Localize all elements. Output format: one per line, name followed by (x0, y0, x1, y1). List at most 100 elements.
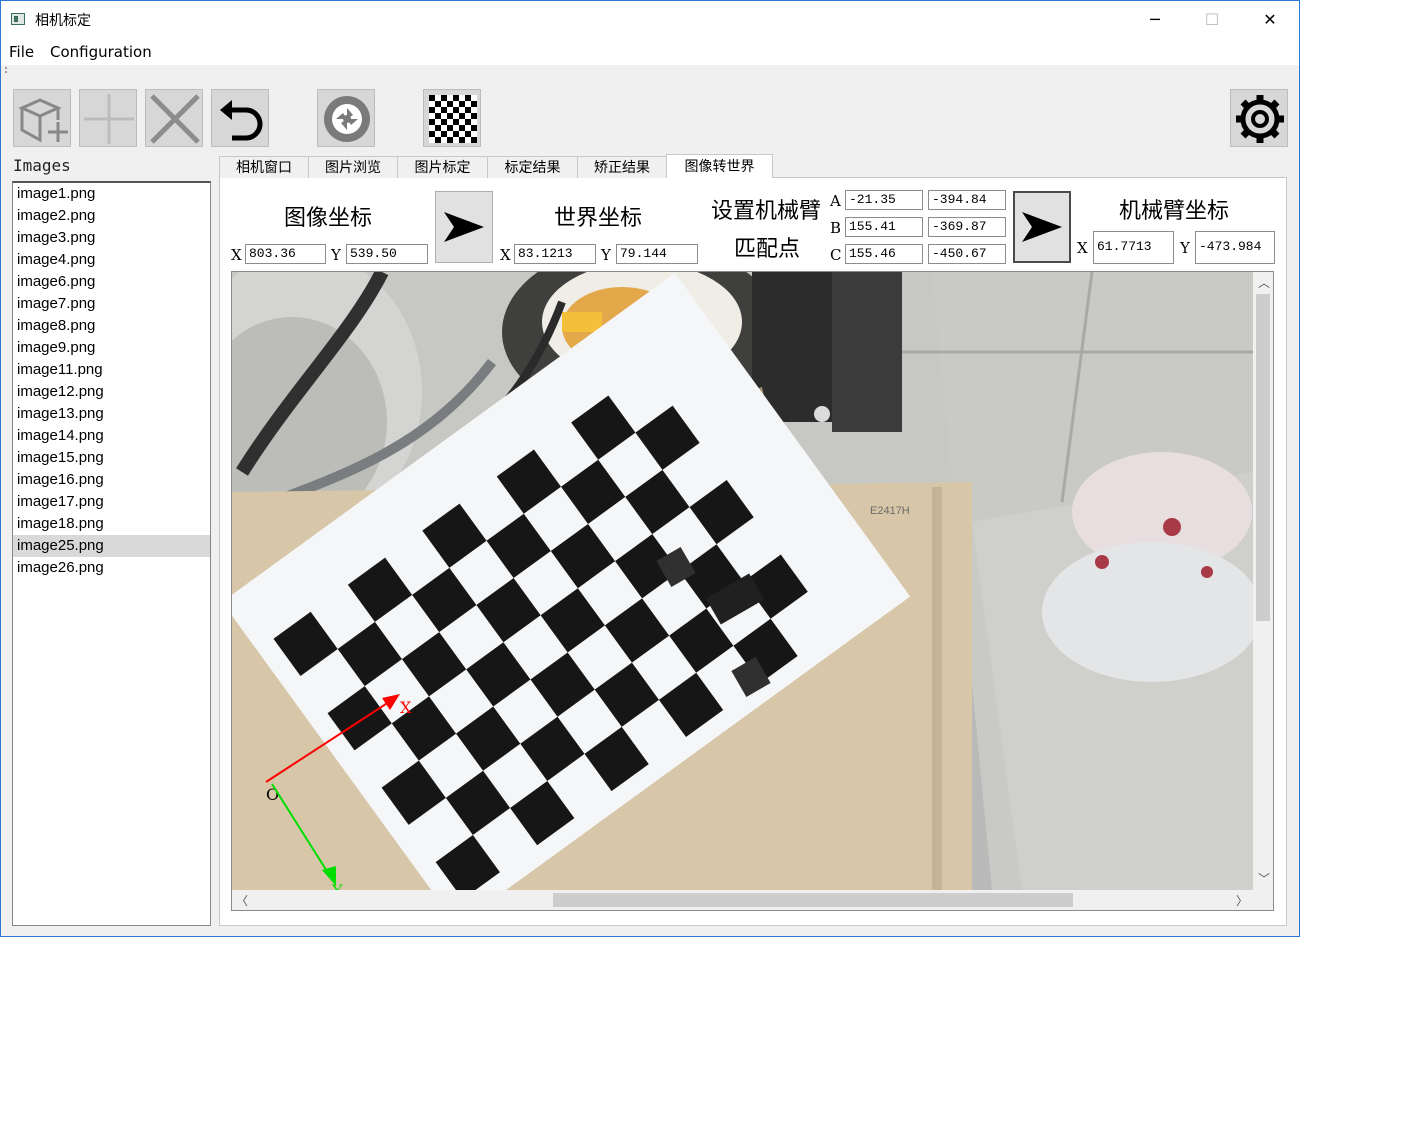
list-item[interactable]: image16.png (13, 469, 210, 491)
horizontal-scroll-thumb[interactable] (553, 893, 1073, 907)
checker-square (447, 119, 453, 125)
checker-square (471, 95, 477, 101)
image-y-field[interactable]: 539.50 (346, 244, 428, 264)
tab-calibration-result[interactable]: 标定结果 (487, 156, 578, 178)
list-item[interactable]: image12.png (13, 381, 210, 403)
list-item[interactable]: image7.png (13, 293, 210, 315)
point-b-x-field[interactable]: 155.41 (845, 217, 923, 237)
checker-square (435, 101, 441, 107)
scroll-right-icon[interactable]: 〉 (1236, 892, 1248, 909)
add-images-button[interactable] (13, 89, 71, 147)
checkerboard-icon (429, 95, 477, 143)
checker-square (435, 125, 441, 131)
vertical-scroll-thumb[interactable] (1256, 294, 1270, 621)
checker-square (447, 125, 453, 131)
toolbar-grip[interactable] (5, 67, 9, 73)
list-item[interactable]: image8.png (13, 315, 210, 337)
world-y-field[interactable]: 79.144 (616, 244, 698, 264)
add-button[interactable] (79, 89, 137, 147)
tab-camera-window[interactable]: 相机窗口 (219, 156, 309, 178)
close-button[interactable]: ✕ (1247, 1, 1293, 39)
point-b-y-field[interactable]: -369.87 (928, 217, 1006, 237)
capture-button[interactable] (317, 89, 375, 147)
checker-square (429, 101, 435, 107)
list-item[interactable]: image26.png (13, 557, 210, 579)
list-item[interactable]: image13.png (13, 403, 210, 425)
maximize-button[interactable]: ☐ (1189, 1, 1235, 39)
list-item[interactable]: image11.png (13, 359, 210, 381)
scroll-down-icon[interactable]: ﹀ (1258, 870, 1270, 887)
tab-image-to-world[interactable]: 图像转世界 (666, 154, 773, 178)
world-to-arm-button[interactable] (1013, 191, 1071, 263)
checker-square (441, 95, 447, 101)
delete-button[interactable] (145, 89, 203, 147)
checker-square (441, 137, 447, 143)
checker-square (471, 113, 477, 119)
list-item[interactable]: image25.png (13, 535, 210, 557)
image-y-label: Y (331, 246, 341, 264)
world-x-label: X (500, 246, 511, 264)
checker-square (453, 107, 459, 113)
list-item[interactable]: image4.png (13, 249, 210, 271)
list-item[interactable]: image3.png (13, 227, 210, 249)
list-item[interactable]: image14.png (13, 425, 210, 447)
horizontal-scrollbar[interactable]: 〈 〉 (232, 890, 1253, 910)
list-item[interactable]: image17.png (13, 491, 210, 513)
tab-image-calibration[interactable]: 图片标定 (397, 156, 488, 178)
checker-square (441, 119, 447, 125)
checker-square (441, 131, 447, 137)
arm-y-label: Y (1180, 239, 1190, 257)
point-a-x-field[interactable]: -21.35 (845, 190, 923, 210)
list-item[interactable]: image6.png (13, 271, 210, 293)
checker-square (429, 95, 435, 101)
checker-square (441, 113, 447, 119)
checker-square (471, 101, 477, 107)
settings-gear-icon (1236, 95, 1284, 143)
window-title: 相机标定 (35, 13, 91, 29)
vertical-scrollbar[interactable]: ︿ ﹀ (1253, 272, 1273, 890)
checker-square (447, 101, 453, 107)
checker-square (453, 137, 459, 143)
camera-image: E2417H X O Y (232, 272, 1254, 890)
checker-square (447, 113, 453, 119)
list-item[interactable]: image2.png (13, 205, 210, 227)
image-to-world-button[interactable] (435, 191, 493, 263)
minimize-button[interactable]: ─ (1132, 1, 1178, 39)
checker-square (429, 131, 435, 137)
image-viewer[interactable]: E2417H X O Y (231, 271, 1274, 911)
tab-rectify-result[interactable]: 矫正结果 (577, 156, 667, 178)
checker-square (429, 119, 435, 125)
delete-icon (150, 94, 200, 144)
checker-square (459, 95, 465, 101)
checker-square (453, 95, 459, 101)
arm-y-field[interactable]: -473.984 (1195, 231, 1275, 264)
checker-square (459, 125, 465, 131)
image-x-field[interactable]: 803.36 (245, 244, 326, 264)
scroll-left-icon[interactable]: 〈 (236, 892, 248, 909)
match-points-heading-line1: 设置机械臂 (711, 199, 822, 224)
point-c-y-field[interactable]: -450.67 (928, 244, 1006, 264)
checker-square (453, 125, 459, 131)
list-item[interactable]: image18.png (13, 513, 210, 535)
scroll-up-icon[interactable]: ︿ (1258, 274, 1270, 291)
list-item[interactable]: image15.png (13, 447, 210, 469)
point-a-y-field[interactable]: -394.84 (928, 190, 1006, 210)
menu-file[interactable]: File (9, 43, 34, 61)
point-c-x-field[interactable]: 155.46 (845, 244, 923, 264)
list-item[interactable]: image1.png (13, 183, 210, 205)
world-x-field[interactable]: 83.1213 (514, 244, 596, 264)
arm-x-field[interactable]: 61.7713 (1093, 231, 1174, 264)
image-file-list[interactable]: image1.png image2.png image3.png image4.png… (12, 181, 211, 926)
settings-button[interactable] (1230, 89, 1288, 147)
arrow-right-icon (444, 212, 484, 242)
menu-configuration[interactable]: Configuration (50, 43, 152, 61)
tab-image-browse[interactable]: 图片浏览 (308, 156, 398, 178)
arrow-right-icon (1022, 212, 1062, 242)
checker-square (441, 107, 447, 113)
list-item[interactable]: image9.png (13, 337, 210, 359)
undo-button[interactable] (211, 89, 269, 147)
checker-square (465, 95, 471, 101)
calibrate-button[interactable] (423, 89, 481, 147)
checker-square (435, 137, 441, 143)
checker-square (429, 125, 435, 131)
